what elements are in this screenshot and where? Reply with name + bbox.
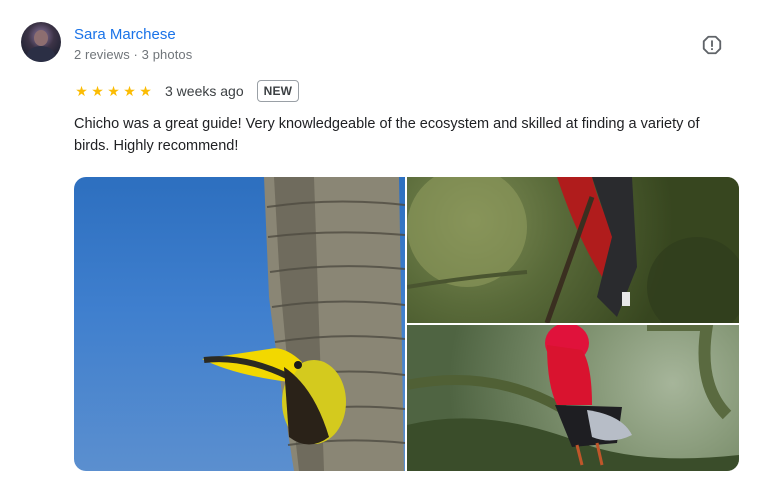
star-icon: ★ <box>107 83 120 99</box>
review-photo-toucan[interactable] <box>74 177 405 471</box>
review-photos <box>74 177 739 471</box>
review-text: Chicho was a great guide! Very knowledge… <box>74 116 700 154</box>
new-badge: NEW <box>256 80 300 102</box>
report-review-button[interactable] <box>701 34 723 56</box>
author-meta: 2 reviews · 3 photos <box>74 47 193 62</box>
rating-row: ★ ★ ★ ★ ★ 3 weeks ago NEW <box>74 78 300 104</box>
review-photo-trogon[interactable] <box>407 177 739 323</box>
cock-of-the-rock-photo-art <box>407 325 739 471</box>
report-flag-icon <box>702 35 722 55</box>
avatar-face <box>34 30 48 46</box>
star-icon: ★ <box>139 83 152 99</box>
star-rating: ★ ★ ★ ★ ★ <box>74 84 153 98</box>
review-time: 3 weeks ago <box>165 83 244 99</box>
avatar-body <box>27 46 55 62</box>
trogon-photo-art <box>407 177 739 323</box>
author-name-link[interactable]: Sara Marchese <box>74 26 176 43</box>
star-icon: ★ <box>123 83 136 99</box>
author-avatar[interactable] <box>21 22 61 62</box>
toucan-photo-art <box>202 177 405 471</box>
review-photo-cock-of-the-rock[interactable] <box>407 325 739 471</box>
star-icon: ★ <box>91 83 104 99</box>
star-icon: ★ <box>75 83 88 99</box>
